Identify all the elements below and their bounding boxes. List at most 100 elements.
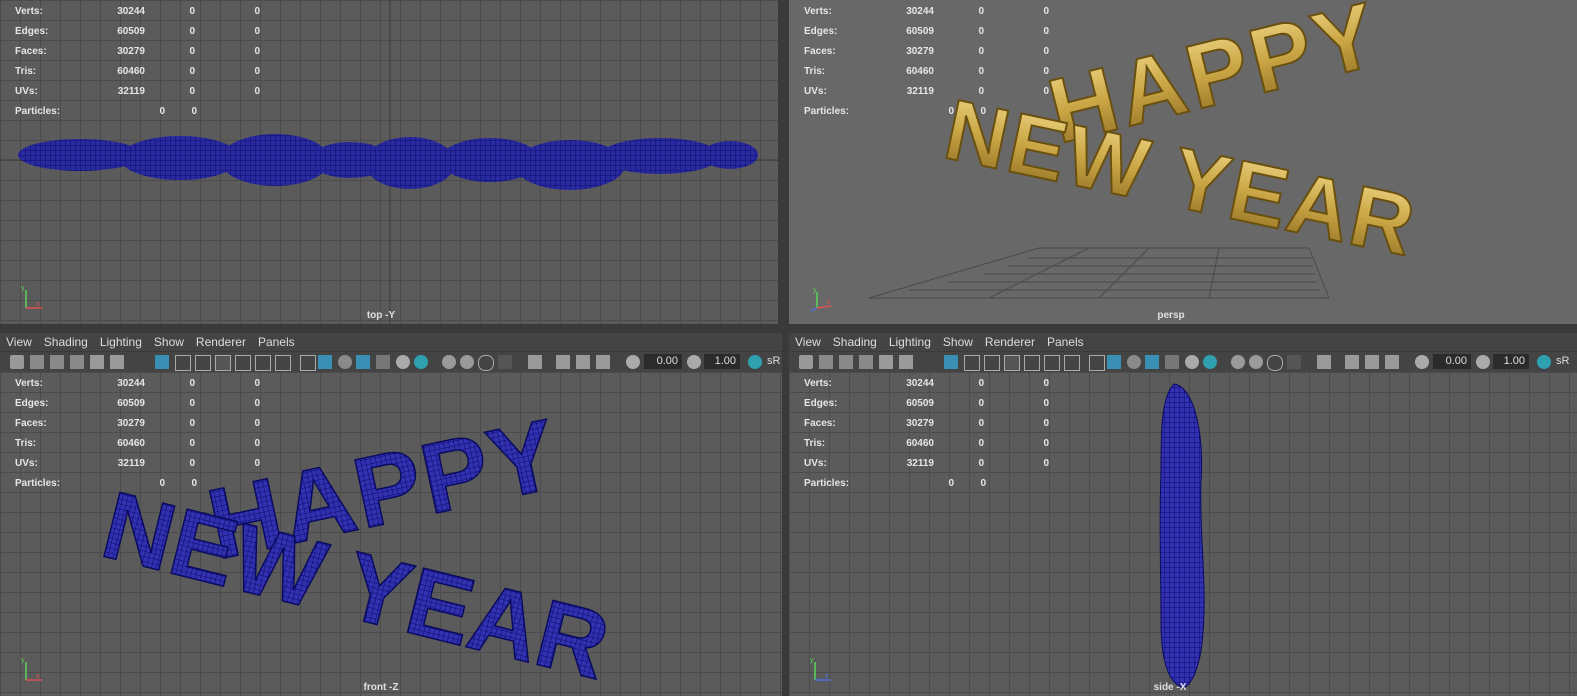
gate-mask-icon[interactable]: [215, 355, 231, 371]
xray-joints-icon[interactable]: [1365, 355, 1379, 369]
camera-icon[interactable]: [799, 355, 813, 369]
ambient-occlusion-icon[interactable]: [1231, 355, 1245, 369]
smooth-shade-icon[interactable]: [318, 355, 332, 369]
bookmark-icon[interactable]: [50, 355, 64, 369]
viewport-front[interactable]: Verts: 30244 0 0 Edges: 60509 0 0 Faces: 30279 0…: [0, 372, 782, 696]
gamma-icon[interactable]: [687, 355, 701, 369]
wireframe-on-shaded-icon[interactable]: [356, 355, 370, 369]
shadows-icon[interactable]: [414, 355, 428, 369]
anti-alias-icon[interactable]: [478, 355, 494, 371]
gate-mask-icon[interactable]: [1004, 355, 1020, 371]
menu-lighting[interactable]: Lighting: [94, 333, 148, 351]
menu-panels[interactable]: Panels: [1041, 333, 1090, 351]
axis-gizmo: y z: [810, 657, 831, 681]
resolution-gate-icon[interactable]: [984, 355, 1000, 371]
lights-icon[interactable]: [1185, 355, 1199, 369]
color-management-icon[interactable]: [1537, 355, 1551, 369]
viewport-persp[interactable]: Verts: 30244 0 0 Edges: 60509 0 0 Faces: 30279 0…: [789, 0, 1577, 324]
axis-gizmo: y x: [810, 287, 832, 312]
default-material-icon[interactable]: [1127, 355, 1141, 369]
xray-components-icon[interactable]: [596, 355, 610, 369]
wireframe-icon[interactable]: [300, 355, 316, 371]
svg-text:y: y: [810, 657, 814, 664]
grid-icon[interactable]: [944, 355, 958, 369]
2d-pan-icon[interactable]: [110, 355, 124, 369]
model-persp-gold[interactable]: HAPPY NEW YEAR: [789, 0, 1577, 324]
viewport-top[interactable]: Verts: 30244 0 0 Edges: 60509 0 0 Faces: 30279 0…: [0, 0, 778, 324]
xray-icon[interactable]: [556, 355, 570, 369]
menu-show[interactable]: Show: [937, 333, 979, 351]
menu-show[interactable]: Show: [148, 333, 190, 351]
safe-action-icon[interactable]: [1044, 355, 1060, 371]
ground-grid: [868, 247, 1330, 299]
safe-title-icon[interactable]: [1064, 355, 1080, 371]
ambient-occlusion-icon[interactable]: [442, 355, 456, 369]
panel-menubar-front: View Shading Lighting Show Renderer Panels: [0, 333, 782, 351]
menu-renderer[interactable]: Renderer: [190, 333, 252, 351]
safe-action-icon[interactable]: [255, 355, 271, 371]
depth-of-field-icon[interactable]: [498, 355, 512, 369]
camera-attr-icon[interactable]: [819, 355, 833, 369]
menu-renderer[interactable]: Renderer: [979, 333, 1041, 351]
exposure-icon[interactable]: [1415, 355, 1429, 369]
model-side-wireframe[interactable]: [789, 372, 1577, 696]
resolution-gate-icon[interactable]: [195, 355, 211, 371]
default-material-icon[interactable]: [338, 355, 352, 369]
depth-of-field-icon[interactable]: [1287, 355, 1301, 369]
image-plane-icon[interactable]: [70, 355, 84, 369]
camera-attr-icon[interactable]: [30, 355, 44, 369]
xray-joints-icon[interactable]: [576, 355, 590, 369]
camera-icon[interactable]: [10, 355, 24, 369]
film-gate-icon[interactable]: [175, 355, 191, 371]
viewport-side[interactable]: Verts: 30244 0 0 Edges: 60509 0 0 Faces: 30279 0…: [789, 372, 1577, 696]
model-top-wireframe[interactable]: [0, 0, 778, 324]
exposure-field[interactable]: 0.00: [1433, 354, 1471, 369]
smooth-shade-icon[interactable]: [1107, 355, 1121, 369]
viewport-label: persp: [1157, 310, 1185, 321]
gamma-field[interactable]: 1.00: [1493, 354, 1529, 369]
svg-text:z: z: [825, 673, 829, 680]
exposure-field[interactable]: 0.00: [644, 354, 682, 369]
menu-panels[interactable]: Panels: [252, 333, 301, 351]
lights-icon[interactable]: [396, 355, 410, 369]
view-transform-label[interactable]: sR: [767, 355, 780, 367]
exposure-icon[interactable]: [626, 355, 640, 369]
xray-icon[interactable]: [1345, 355, 1359, 369]
field-chart-icon[interactable]: [235, 355, 251, 371]
wireframe-on-shaded-icon[interactable]: [1145, 355, 1159, 369]
menu-view[interactable]: View: [789, 333, 827, 351]
textured-icon[interactable]: [1165, 355, 1179, 369]
grease-pencil-icon[interactable]: [879, 355, 893, 369]
svg-text:y: y: [21, 657, 25, 664]
menu-view[interactable]: View: [0, 333, 38, 351]
film-gate-icon[interactable]: [964, 355, 980, 371]
menu-lighting[interactable]: Lighting: [883, 333, 937, 351]
isolate-select-icon[interactable]: [528, 355, 542, 369]
menu-shading[interactable]: Shading: [38, 333, 94, 351]
gamma-field[interactable]: 1.00: [704, 354, 740, 369]
field-chart-icon[interactable]: [1024, 355, 1040, 371]
isolate-select-icon[interactable]: [1317, 355, 1331, 369]
wireframe-icon[interactable]: [1089, 355, 1105, 371]
bookmark-icon[interactable]: [839, 355, 853, 369]
viewport-label: side -X: [1153, 682, 1187, 693]
model-front-wireframe[interactable]: HAPPY NEW YEAR: [0, 372, 782, 696]
view-transform-label[interactable]: sR: [1556, 355, 1569, 367]
xray-components-icon[interactable]: [1385, 355, 1399, 369]
motion-blur-icon[interactable]: [460, 355, 474, 369]
image-plane-icon[interactable]: [859, 355, 873, 369]
gamma-icon[interactable]: [1476, 355, 1490, 369]
svg-text:y: y: [813, 287, 817, 294]
menu-shading[interactable]: Shading: [827, 333, 883, 351]
grease-pencil-icon[interactable]: [90, 355, 104, 369]
grid-icon[interactable]: [155, 355, 169, 369]
textured-icon[interactable]: [376, 355, 390, 369]
viewport-label: top -Y: [366, 310, 396, 321]
safe-title-icon[interactable]: [275, 355, 291, 371]
color-management-icon[interactable]: [748, 355, 762, 369]
2d-pan-icon[interactable]: [899, 355, 913, 369]
shadows-icon[interactable]: [1203, 355, 1217, 369]
motion-blur-icon[interactable]: [1249, 355, 1263, 369]
viewport-label: front -Z: [363, 682, 399, 693]
anti-alias-icon[interactable]: [1267, 355, 1283, 371]
